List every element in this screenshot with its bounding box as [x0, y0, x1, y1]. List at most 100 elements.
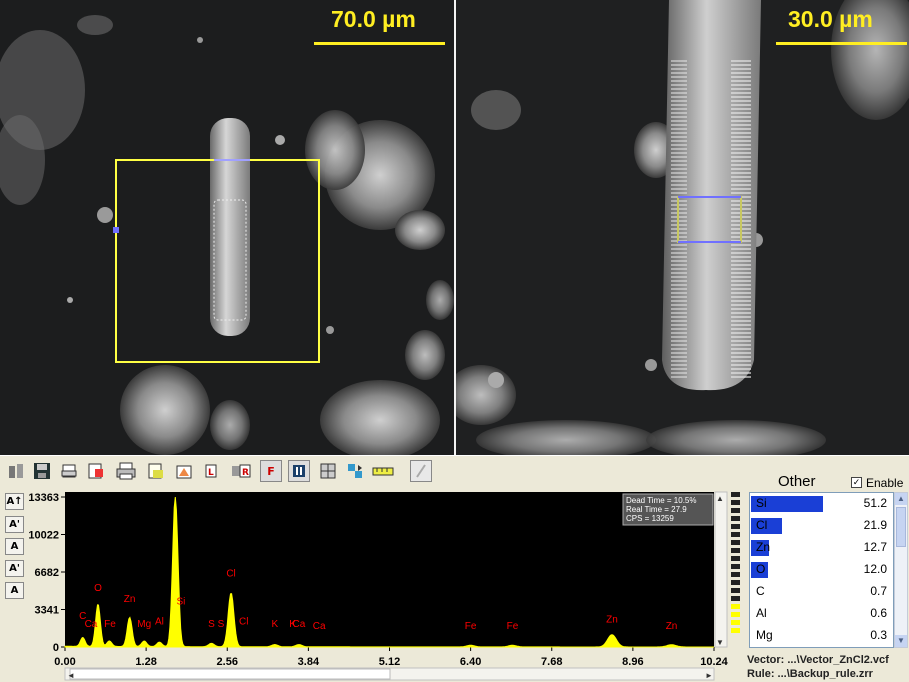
scroll-down-icon[interactable]: ▼ [895, 635, 907, 647]
vertical-scrollbar[interactable] [714, 491, 728, 648]
element-symbol: Mg [756, 628, 773, 642]
scroll-up-icon[interactable]: ▲ [895, 493, 907, 505]
element-peak-label: Zn [666, 621, 678, 632]
grid-icon[interactable] [317, 460, 339, 482]
x-tick-label: 1.28 [135, 656, 156, 668]
element-row[interactable]: C0.2 [750, 647, 893, 648]
element-weight-value: 0.7 [870, 584, 887, 598]
element-symbol: Zn [756, 540, 771, 554]
element-row[interactable]: Cl 21.9 [750, 515, 893, 537]
element-weight-value: 51.2 [863, 496, 887, 510]
transfer-icon[interactable] [344, 460, 366, 482]
element-weight-value: 0.3 [870, 628, 887, 642]
panel-title: Other [778, 473, 816, 490]
scale-bar [776, 42, 907, 45]
scrollbar-thumb[interactable] [896, 507, 906, 547]
label-f-icon[interactable]: F [260, 460, 282, 482]
element-peak-label: Ca [85, 619, 98, 630]
enable-checkbox[interactable]: ✓ [851, 477, 862, 488]
element-peak-label: S [218, 619, 225, 630]
element-list-scrollbar[interactable]: ▲ ▼ [894, 492, 908, 648]
meter-cell [731, 532, 740, 537]
real-time-text: Real Time = 27.9 [626, 505, 687, 514]
meter-cell [731, 500, 740, 505]
sem-image-zoomed[interactable]: 30.0 µm [456, 0, 909, 455]
element-row[interactable]: O 12.0 [750, 559, 893, 581]
element-symbol: C [756, 584, 765, 598]
printer-icon[interactable] [115, 460, 137, 482]
svg-text:L: L [208, 468, 214, 478]
scroll-up-icon[interactable]: ▲ [716, 494, 724, 503]
meter-cell [731, 628, 740, 633]
scroll-left-icon[interactable]: ◄ [67, 671, 75, 680]
meter-cell [731, 516, 740, 521]
eds-spectrum-chart[interactable]: 0 3341 6682 10022 13363 0.00 1.28 2.56 3.84 5.12… [0, 487, 745, 682]
element-peak-label: K [271, 619, 278, 630]
x-tick-label: 3.84 [298, 656, 320, 668]
export-icon[interactable] [145, 460, 167, 482]
save-icon[interactable] [31, 460, 53, 482]
element-peak-label: Al [155, 617, 164, 628]
element-row[interactable]: Al 0.6 [750, 603, 893, 625]
scale-bar [314, 42, 445, 45]
element-list[interactable]: Si 51.2 Cl 21.9 Zn 12.7 O 12.0 C 0.7 Al 0.6 Mg 0.3 C0.… [749, 492, 894, 648]
scale-bar-label: 70.0 µm [331, 6, 416, 32]
meter-cell [731, 588, 740, 593]
element-symbol: Si [756, 496, 767, 510]
element-peak-label: Fe [104, 619, 116, 630]
element-row[interactable]: Si 51.2 [750, 493, 893, 515]
copy-report-icon[interactable] [85, 460, 107, 482]
element-peak-label: Ca [292, 619, 305, 630]
element-symbol: O [756, 562, 766, 576]
pause-icon[interactable] [288, 460, 310, 482]
meter-cell [731, 604, 740, 609]
panel-header: Other ✓ Enable [747, 472, 907, 492]
meter-cell [731, 580, 740, 585]
scroll-down-icon[interactable]: ▼ [716, 638, 724, 647]
x-tick-label: 0.00 [54, 656, 75, 668]
enable-label: Enable [866, 476, 904, 490]
label-icon[interactable]: L [200, 460, 222, 482]
element-row[interactable]: Zn 12.7 [750, 537, 893, 559]
status-box: Dead Time = 10.5% Real Time = 27.9 CPS =… [622, 493, 714, 526]
vector-file-label: Vector: ...\Vector_ZnCl2.vcf [747, 654, 889, 666]
y-tick-label: 13363 [28, 492, 59, 504]
slash-icon[interactable] [410, 460, 432, 482]
sem-overview-canvas [0, 0, 454, 455]
image-report-icon[interactable] [173, 460, 195, 482]
element-weight-value: 0.6 [870, 606, 887, 620]
sem-image-overview[interactable]: 70.0 µm [0, 0, 454, 455]
element-peak-label: O [94, 583, 102, 594]
x-tick-label: 6.40 [460, 656, 481, 668]
element-peak-label: Cl [226, 568, 235, 579]
meter-cell [731, 572, 740, 577]
y-tick-label: 0 [53, 642, 59, 654]
meter-cell [731, 620, 740, 625]
scrollbar-thumb[interactable] [69, 668, 391, 680]
print-preview-icon[interactable] [58, 460, 80, 482]
element-peak-label: S [208, 619, 215, 630]
meter-cell [731, 612, 740, 617]
meter-cell [731, 596, 740, 601]
element-row[interactable]: Mg 0.3 [750, 625, 893, 647]
ruler-icon[interactable] [372, 460, 394, 482]
tools-icon[interactable] [5, 460, 27, 482]
element-peak-label: Si [177, 596, 186, 607]
rule-file-label: Rule: ...\Backup_rule.zrr [747, 668, 873, 680]
element-peak-label: Fe [507, 621, 519, 632]
scale-bar-label: 30.0 µm [788, 6, 873, 32]
meter-cell [731, 564, 740, 569]
x-tick-label: 2.56 [217, 656, 238, 668]
x-tick-label: 10.24 [700, 656, 728, 668]
meter-cell [731, 548, 740, 553]
element-quant-panel: Other ✓ Enable Si 51.2 Cl 21.9 Zn 12.7 O 12.0 C 0… [747, 470, 909, 682]
element-row[interactable]: C 0.7 [750, 581, 893, 603]
element-weight-value: 21.9 [863, 518, 887, 532]
meter-cell [731, 508, 740, 513]
element-peak-label: Zn [606, 614, 618, 625]
element-weight-value: 12.7 [863, 540, 887, 554]
element-symbol: Cl [756, 518, 768, 532]
meter-cell [731, 524, 740, 529]
scroll-right-icon[interactable]: ► [705, 671, 713, 680]
mark-r-icon[interactable]: R [230, 460, 252, 482]
